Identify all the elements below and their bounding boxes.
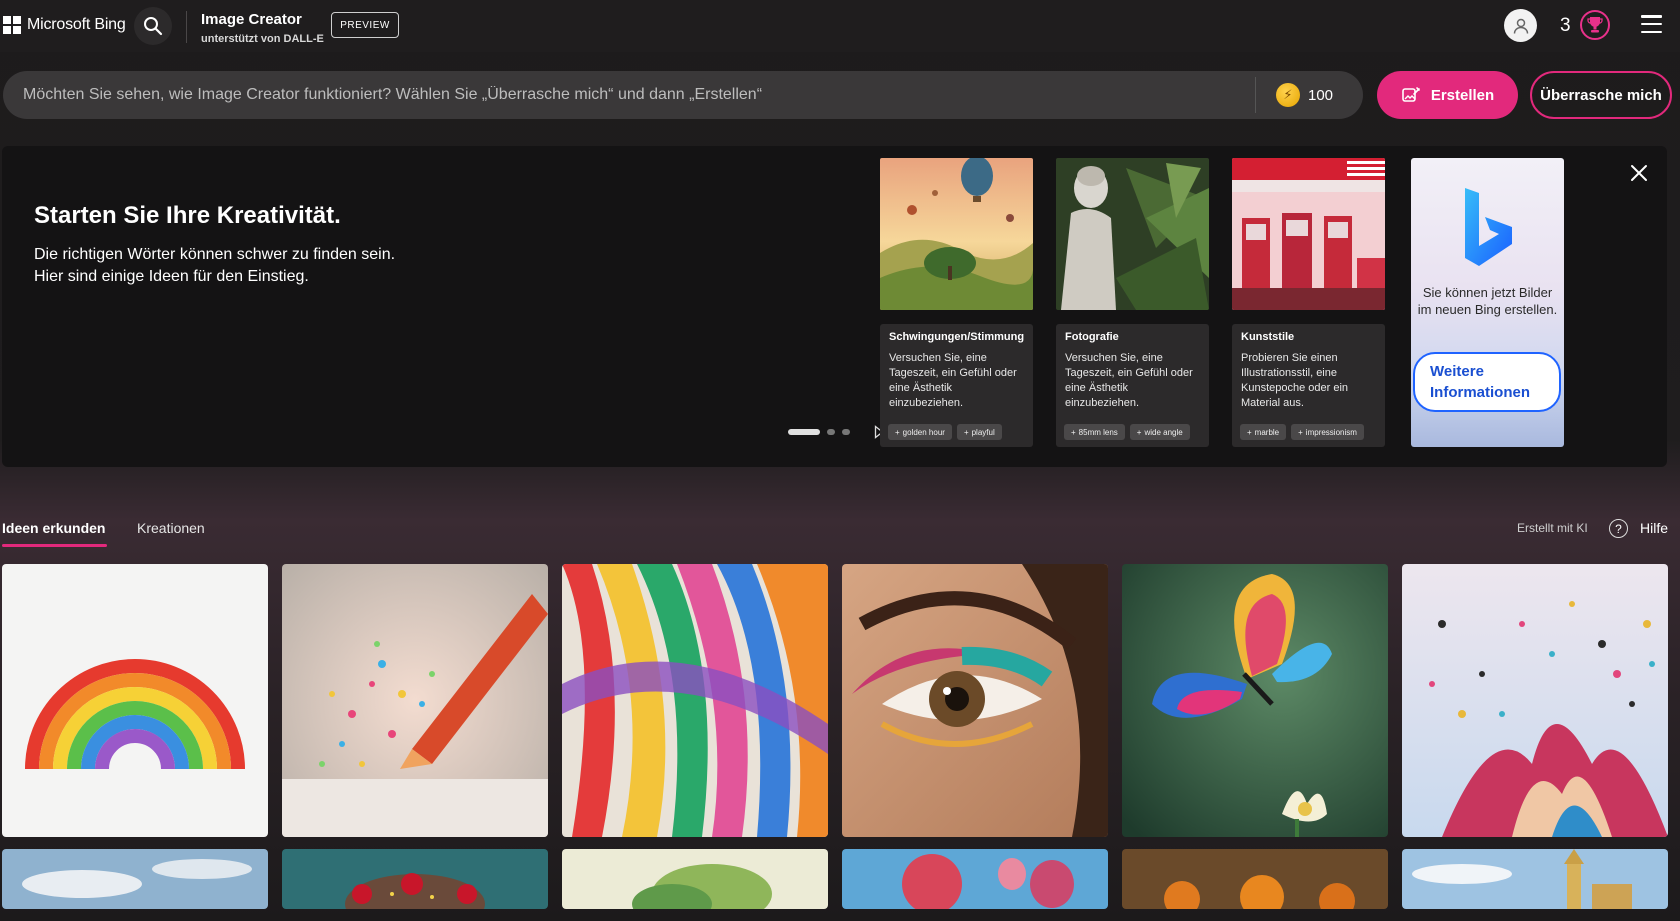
gallery-image-balloons[interactable] xyxy=(842,849,1108,909)
carousel-dot-active[interactable] xyxy=(788,429,820,435)
idea-card-category: Kunststile xyxy=(1241,331,1295,343)
close-icon[interactable] xyxy=(1628,162,1650,184)
microsoft-logo-icon[interactable] xyxy=(3,16,21,34)
top-bar: Microsoft Bing Image Creator unterstützt… xyxy=(0,0,1680,52)
header-divider xyxy=(186,11,187,43)
rewards-count[interactable]: 3 xyxy=(1560,15,1571,37)
idea-card-photography[interactable]: Fotografie Versuchen Sie, eine Tageszeit… xyxy=(1056,158,1209,447)
boost-coin-icon: ⚡ xyxy=(1276,83,1300,107)
idea-card-art-styles[interactable]: Kunststile Probieren Sie einen Illustrat… xyxy=(1232,158,1385,447)
brand-name[interactable]: Microsoft Bing xyxy=(27,16,126,34)
gallery-image-butterfly[interactable] xyxy=(1122,564,1388,837)
active-tab-indicator xyxy=(2,544,107,547)
carousel-dot[interactable] xyxy=(827,429,835,435)
help-link[interactable]: Hilfe xyxy=(1640,520,1668,536)
idea-card-category: Fotografie xyxy=(1065,331,1119,343)
idea-card-description: Probieren Sie einen Illustrationsstil, e… xyxy=(1241,352,1349,409)
gallery-image-rainbow[interactable] xyxy=(2,564,268,837)
user-icon xyxy=(1513,18,1528,34)
bing-logo-icon xyxy=(1465,188,1512,266)
gallery-image-sky[interactable] xyxy=(2,849,268,909)
idea-card-image xyxy=(1056,158,1209,310)
idea-card-description: Versuchen Sie, eine Tageszeit, ein Gefüh… xyxy=(889,352,1017,409)
idea-card-image xyxy=(1232,158,1385,310)
learn-more-button[interactable]: Weitere Informationen xyxy=(1413,352,1561,412)
tag-chip[interactable]: + golden hour xyxy=(888,424,952,440)
banner-text-line-2: Hier sind einige Ideen für den Einstieg. xyxy=(34,268,309,285)
trophy-icon xyxy=(1587,17,1603,33)
tag-chip[interactable]: + playful xyxy=(956,424,1002,440)
rewards-button[interactable] xyxy=(1580,10,1610,40)
help-icon[interactable]: ? xyxy=(1609,519,1628,538)
plus-icon: + xyxy=(1136,427,1142,437)
hamburger-icon[interactable] xyxy=(1641,15,1662,33)
surprise-me-button[interactable]: Überrasche mich xyxy=(1530,71,1672,119)
banner-text-line-1: Die richtigen Wörter können schwer zu fi… xyxy=(34,246,396,263)
idea-card-image xyxy=(880,158,1033,310)
idea-card-mood[interactable]: Schwingungen/Stimmung Versuchen Sie, ein… xyxy=(880,158,1033,447)
banner-title: Starten Sie Ihre Kreativität. xyxy=(34,202,341,229)
boost-count: 100 xyxy=(1308,86,1334,104)
create-button-label: Erstellen xyxy=(1430,86,1495,104)
search-icon xyxy=(144,17,163,36)
plus-icon: + xyxy=(1071,427,1076,437)
boost-counter[interactable]: ⚡ 100 xyxy=(1276,83,1333,107)
tab-explore-ideas[interactable]: Ideen erkunden xyxy=(2,520,105,536)
carousel-dots xyxy=(788,429,850,435)
promo-text: Sie können jetzt Bilder im neuen Bing er… xyxy=(1417,285,1558,317)
plus-icon: + xyxy=(963,427,969,437)
plus-icon: + xyxy=(1247,427,1252,437)
plus-icon: + xyxy=(895,427,900,437)
tag-chip[interactable]: + marble xyxy=(1240,424,1287,440)
gallery-image-paint-splash[interactable] xyxy=(1402,564,1668,837)
gallery-image-castle[interactable] xyxy=(1402,849,1668,909)
idea-card-info: Kunststile Probieren Sie einen Illustrat… xyxy=(1232,324,1385,447)
app-subtitle: unterstützt von DALL-E xyxy=(201,33,324,45)
prompt-bar: ⚡ 100 xyxy=(3,71,1363,119)
idea-card-tags: +85mm lens + wide angle xyxy=(1064,424,1190,440)
idea-card-tags: + marble + impressionism xyxy=(1240,424,1364,440)
gallery-image-eye-makeup[interactable] xyxy=(842,564,1108,837)
gallery-image-tree-watercolor[interactable] xyxy=(562,849,828,909)
gallery-image-oranges[interactable] xyxy=(1122,849,1388,909)
image-create-icon xyxy=(1402,87,1420,102)
learn-more-line-2: Informationen xyxy=(1430,384,1530,401)
made-with-ai-label: Erstellt mit KI xyxy=(1517,521,1588,535)
idea-card-info: Fotografie Versuchen Sie, eine Tageszeit… xyxy=(1056,324,1209,447)
create-button[interactable]: Erstellen xyxy=(1377,71,1518,119)
search-button[interactable] xyxy=(134,7,172,45)
idea-card-tags: + golden hour + playful xyxy=(888,424,1002,440)
idea-card-description: Versuchen Sie, eine Tageszeit, ein Gefüh… xyxy=(1065,352,1193,409)
preview-badge: PREVIEW xyxy=(331,12,399,38)
prompt-input[interactable] xyxy=(23,71,1253,119)
app-title[interactable]: Image Creator xyxy=(201,11,302,28)
gallery-image-cherry-dessert[interactable] xyxy=(282,849,548,909)
idea-card-info: Schwingungen/Stimmung Versuchen Sie, ein… xyxy=(880,324,1033,447)
tag-chip[interactable]: + impressionism xyxy=(1291,424,1364,440)
inspiration-banner: Starten Sie Ihre Kreativität. Die richti… xyxy=(2,146,1667,467)
learn-more-line-1: Weitere xyxy=(1430,363,1484,380)
tab-creations[interactable]: Kreationen xyxy=(137,520,205,536)
gallery-image-pencil-glitter[interactable] xyxy=(282,564,548,837)
profile-button[interactable] xyxy=(1504,9,1537,42)
tag-chip[interactable]: +85mm lens xyxy=(1064,424,1125,440)
tag-chip[interactable]: + wide angle xyxy=(1129,424,1190,440)
plus-icon: + xyxy=(1298,427,1303,437)
boost-divider xyxy=(1255,77,1256,113)
bing-promo-card: Sie können jetzt Bilder im neuen Bing er… xyxy=(1411,158,1564,447)
gallery-image-ribbons[interactable] xyxy=(562,564,828,837)
idea-card-category: Schwingungen/Stimmung xyxy=(889,331,1025,343)
carousel-dot[interactable] xyxy=(842,429,850,435)
